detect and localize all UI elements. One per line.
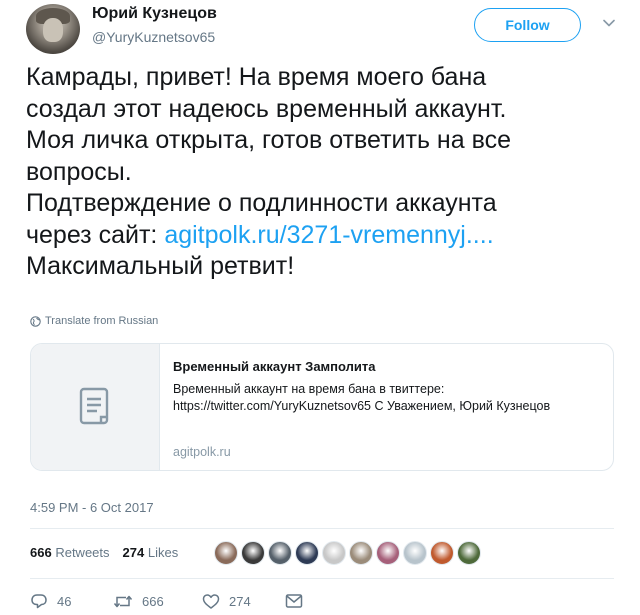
tweet-link[interactable]: agitpolk.ru/3271-vremennyj.... [164,221,493,249]
liker-avatar[interactable] [376,541,400,565]
like-button[interactable]: 274 [202,593,251,610]
reply-icon [31,594,47,609]
card-description: Временный аккаунт на время бана в твитте… [173,382,551,413]
translate-link[interactable]: Translate from Russian [30,315,158,327]
liker-avatar[interactable] [295,541,319,565]
liker-avatar[interactable] [349,541,373,565]
follow-button[interactable]: Follow [474,8,581,42]
likes-stat[interactable]: 274 Likes [123,545,179,560]
translate-label: Translate from Russian [45,315,159,327]
liker-avatar[interactable] [430,541,454,565]
tweet-line: вопросы. [26,157,132,186]
heart-icon [202,594,220,609]
retweet-icon [113,595,133,608]
globe-icon [30,315,41,327]
engagement-stats: 666 Retweets 274 Likes [30,545,178,560]
reply-count: 46 [57,594,72,609]
tweet-line: Максимальный ретвит! [26,252,295,280]
link-card[interactable]: Временный аккаунт Замполита Временный ак… [30,343,614,471]
tweet-timestamp[interactable]: 4:59 PM - 6 Oct 2017 [30,500,154,515]
tweet-line: Камрады, привет! На время моего бана [26,63,487,91]
tweet-link-line: через сайт: agitpolk.ru/3271-vremennyj..… [26,220,626,252]
document-icon [79,387,109,425]
divider [30,578,614,579]
likes-count: 274 [122,545,145,560]
card-title: Временный аккаунт Замполита [173,359,376,374]
retweet-button[interactable]: 666 [113,593,164,610]
avatar-face [43,18,63,42]
reply-button[interactable]: 46 [30,593,71,610]
like-count: 274 [229,594,251,609]
retweet-count: 666 [142,594,164,609]
liker-avatar[interactable] [241,541,265,565]
author-avatar[interactable] [26,4,80,54]
tweet-line: Подтверждение о подлинности аккаунта [26,189,497,217]
author-display-name[interactable]: Юрий Кузнецов [92,5,217,23]
tweet-line: Моя личка открыта, готов ответить на все [26,126,511,154]
chevron-down-icon[interactable] [603,17,615,29]
liker-avatar[interactable] [268,541,292,565]
card-domain: agitpolk.ru [173,445,231,459]
liker-avatar[interactable] [322,541,346,565]
tweet-text: Камрады, привет! На время моего бана соз… [26,62,626,283]
envelope-icon [285,594,303,608]
liker-avatars [214,541,481,565]
retweets-stat[interactable]: 666 Retweets [30,545,110,560]
liker-avatar[interactable] [457,541,481,565]
divider [30,528,614,529]
likes-label: Likes [147,545,179,560]
liker-avatar[interactable] [403,541,427,565]
card-thumbnail [31,344,160,470]
retweets-count: 666 [30,545,52,560]
liker-avatar[interactable] [214,541,238,565]
retweets-label: Retweets [55,545,110,560]
author-handle[interactable]: @YuryKuznetsov65 [92,29,215,45]
tweet-line: создал этот надеюсь временный аккаунт. [26,94,507,123]
tweet-link-prefix: через сайт: [26,220,165,249]
direct-message-button[interactable] [285,593,303,609]
